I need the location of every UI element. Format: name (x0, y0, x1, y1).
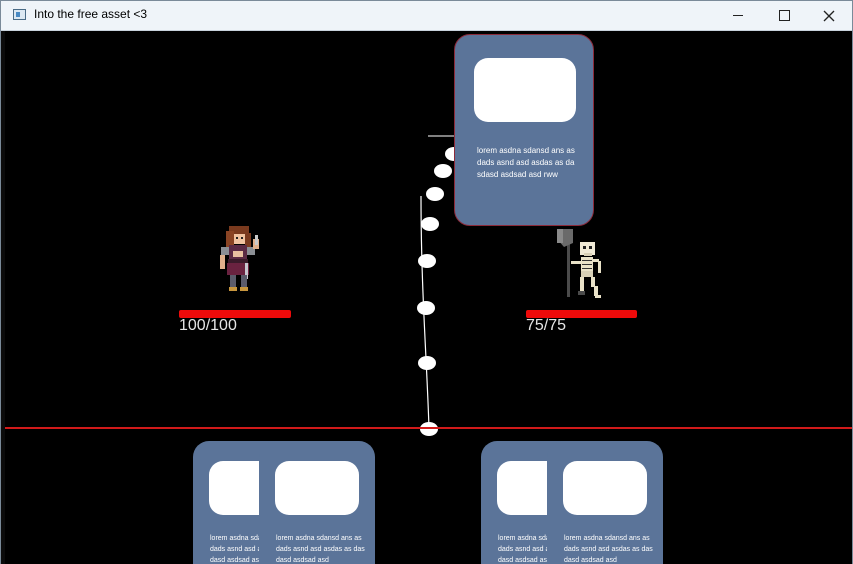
close-icon (823, 10, 835, 21)
hand-card[interactable]: lorem asdna sdansd ans as dads asnd asd … (259, 441, 375, 564)
app-icon (13, 9, 26, 20)
title-bar[interactable]: Into the free asset <3 (1, 1, 852, 31)
minimize-icon (733, 15, 743, 16)
window-title: Into the free asset <3 (34, 7, 148, 21)
maximize-icon (778, 10, 790, 21)
maximize-button[interactable] (761, 1, 807, 30)
card-description: lorem asdna sdansd ans as dads asnd asd … (564, 535, 653, 564)
enemy-hp-text: 75/75 (526, 317, 567, 334)
card-description: lorem asdna sdansd ans as dads asnd asd … (276, 535, 365, 564)
card-art (275, 461, 359, 515)
close-button[interactable] (806, 1, 852, 30)
card-art (563, 461, 647, 515)
dragged-card[interactable]: lorem asdna sdansd ans as dads asnd asd … (454, 34, 594, 226)
hand-card[interactable]: lorem asdna sdansd ans as dads asnd asd … (547, 441, 663, 564)
game-window: Into the free asset <3 100/100 75/75 lor… (0, 0, 853, 564)
player-hp-text: 100/100 (179, 317, 237, 334)
play-zone-line (5, 427, 852, 429)
card-art (474, 58, 576, 122)
enemy-skeleton-sprite[interactable] (1, 31, 852, 564)
card-description: lorem asdna sdansd ans as dads asnd asd … (477, 146, 575, 179)
game-canvas[interactable]: 100/100 75/75 lorem asdna sdansd ans as … (1, 31, 852, 564)
minimize-button[interactable] (715, 1, 761, 30)
